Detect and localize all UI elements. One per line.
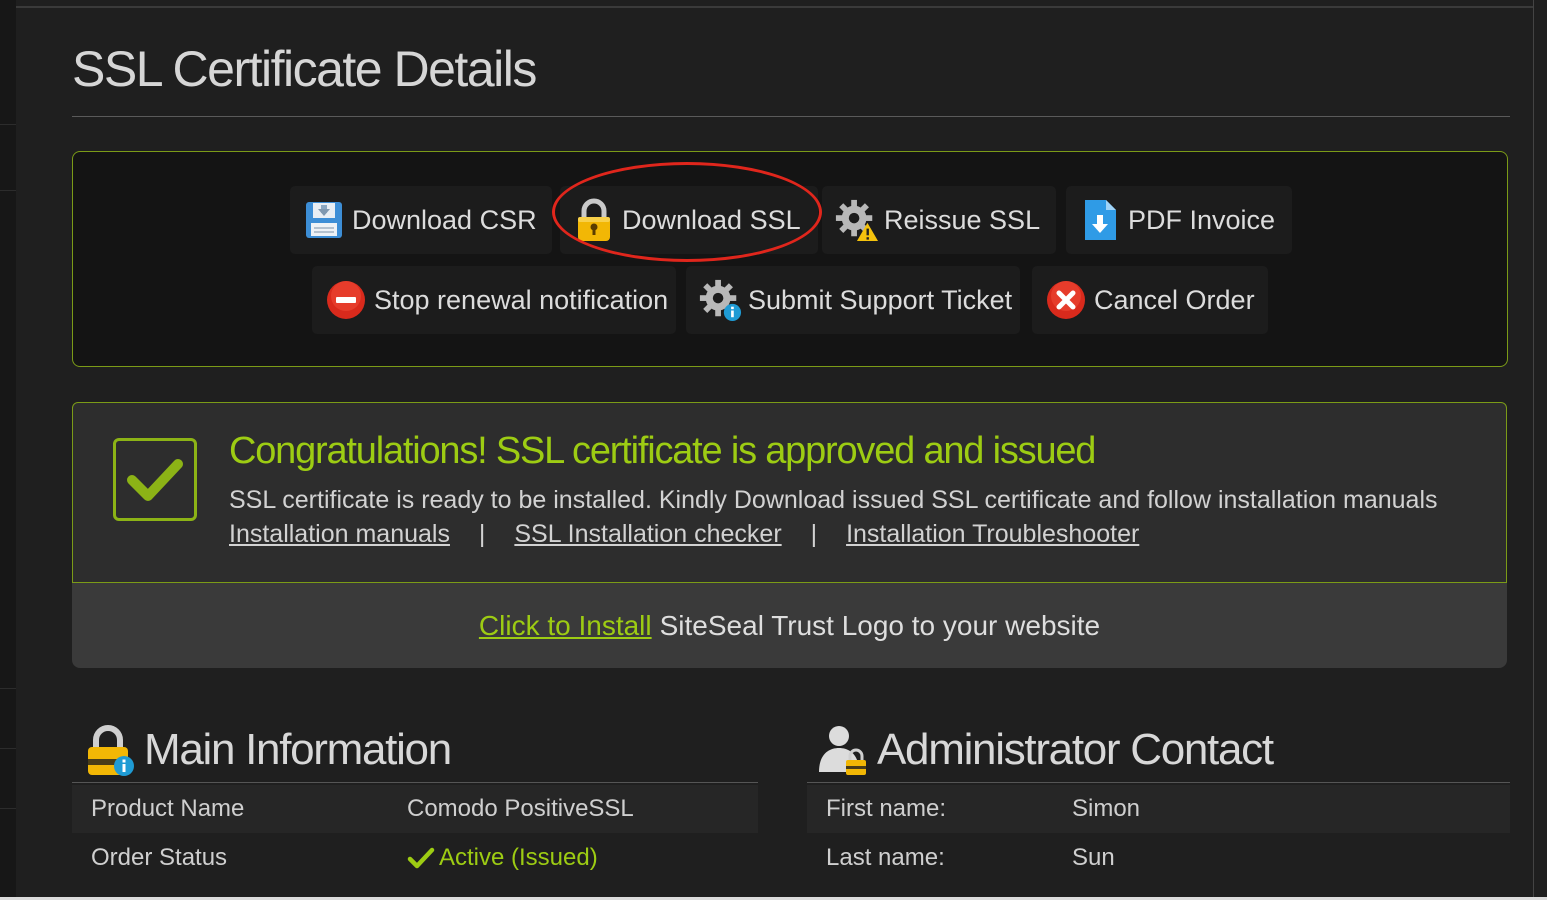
right-border: [1533, 0, 1534, 900]
installation-troubleshooter-link[interactable]: Installation Troubleshooter: [846, 520, 1139, 548]
pdf-invoice-button[interactable]: PDF Invoice: [1066, 186, 1292, 254]
padlock-icon: [572, 197, 616, 243]
administrator-contact-heading: Administrator Contact: [815, 722, 1274, 778]
actions-panel: [72, 151, 1508, 367]
user-lock-icon: [815, 722, 871, 778]
gear-info-icon: [698, 277, 742, 323]
download-ssl-button[interactable]: Download SSL: [560, 186, 818, 254]
minus-circle-icon: [324, 277, 368, 323]
stop-renewal-button[interactable]: Stop renewal notification: [312, 266, 676, 334]
first-name-label: First name:: [826, 795, 947, 822]
info-row-product-name: Product Name Comodo PositiveSSL: [72, 785, 758, 833]
order-status-text: Active (Issued): [439, 844, 598, 871]
product-name-value: Comodo PositiveSSL: [407, 795, 634, 822]
checkmark-icon: [113, 438, 197, 521]
administrator-contact-title: Administrator Contact: [877, 725, 1274, 774]
main-information-title: Main Information: [144, 725, 452, 774]
title-divider: [72, 116, 1510, 117]
installation-manuals-link[interactable]: Installation manuals: [229, 520, 450, 548]
contact-row-first-name: First name: Simon: [807, 785, 1510, 833]
reissue-ssl-label: Reissue SSL: [884, 204, 1041, 235]
main-information-divider: [72, 782, 758, 783]
alert-title: Congratulations! SSL certificate is appr…: [229, 430, 1096, 472]
last-name-value: Sun: [1072, 844, 1115, 871]
cancel-order-button[interactable]: Cancel Order: [1032, 266, 1268, 334]
page-title: SSL Certificate Details: [72, 41, 537, 97]
left-rail: [0, 0, 16, 900]
submit-support-ticket-label: Submit Support Ticket: [748, 284, 1013, 315]
info-row-order-status: Order Status Active (Issued): [72, 834, 758, 882]
link-separator: |: [478, 520, 486, 548]
lock-info-icon: [82, 722, 138, 778]
download-csr-label: Download CSR: [352, 204, 537, 235]
ssl-installation-checker-link[interactable]: SSL Installation checker: [514, 520, 781, 548]
x-circle-icon: [1044, 277, 1088, 323]
download-csr-button[interactable]: Download CSR: [290, 186, 552, 254]
link-separator: |: [810, 520, 818, 548]
top-border: [16, 6, 1533, 8]
cancel-order-label: Cancel Order: [1094, 284, 1255, 315]
alert-message: SSL certificate is ready to be installed…: [229, 486, 1438, 514]
contact-row-last-name: Last name: Sun: [807, 834, 1510, 882]
order-status-value: Active (Issued): [407, 844, 598, 872]
first-name-value: Simon: [1072, 795, 1141, 822]
stop-renewal-label: Stop renewal notification: [374, 284, 669, 315]
alert-links: Installation manuals | SSL Installation …: [229, 520, 1139, 549]
administrator-contact-divider: [807, 782, 1510, 783]
download-ssl-label: Download SSL: [622, 204, 801, 235]
product-name-label: Product Name: [91, 795, 245, 822]
floppy-disk-icon: [302, 197, 346, 243]
last-name-label: Last name:: [826, 844, 945, 871]
pdf-invoice-label: PDF Invoice: [1128, 204, 1276, 235]
siteseal-bar: Click to Install SiteSeal Trust Logo to …: [72, 583, 1507, 668]
submit-support-ticket-button[interactable]: Submit Support Ticket: [686, 266, 1020, 334]
status-check-icon: [407, 847, 435, 869]
siteseal-text: SiteSeal Trust Logo to your website: [659, 609, 1101, 641]
order-status-label: Order Status: [91, 844, 228, 871]
gear-warning-icon: [834, 197, 878, 243]
main-information-heading: Main Information: [82, 722, 452, 778]
click-to-install-link[interactable]: Click to Install: [479, 610, 652, 642]
reissue-ssl-button[interactable]: Reissue SSL: [822, 186, 1056, 254]
pdf-document-icon: [1078, 197, 1122, 243]
